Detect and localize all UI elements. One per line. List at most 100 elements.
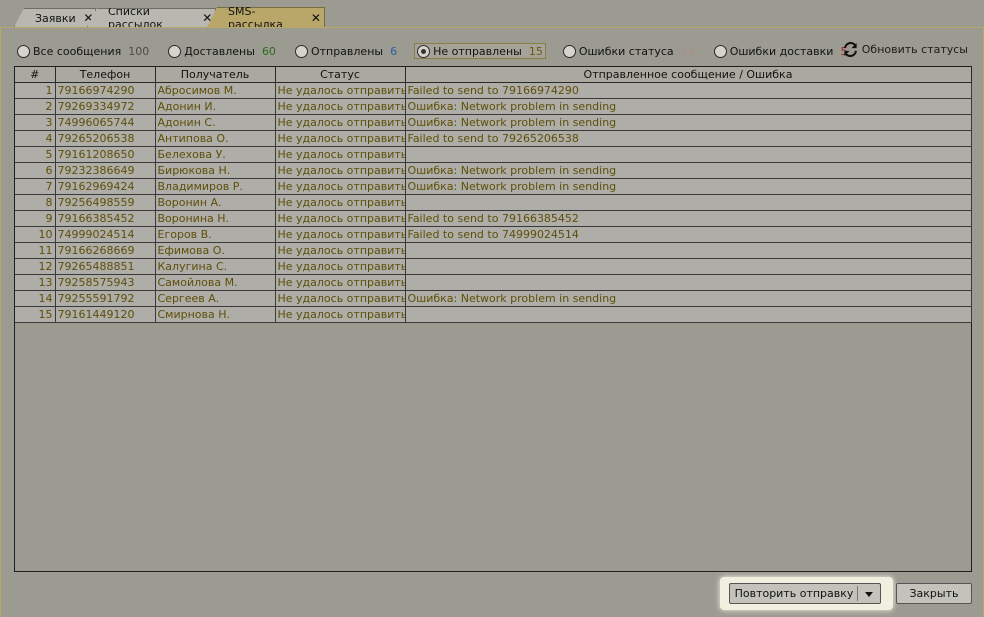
table-row[interactable]: 10 74999024514 Егоров В. Не удалось отправи… [15, 226, 972, 243]
cell-message: Failed to send to 79166385452 [405, 210, 972, 227]
column-header-phone[interactable]: Телефон [55, 67, 156, 83]
filter-count: 100 [128, 44, 150, 58]
cell-status: Не удалось отправить [275, 146, 406, 163]
cell-message: Failed to send to 74999024514 [405, 226, 972, 243]
cell-status: Не удалось отправить [275, 306, 406, 323]
filter-delivered[interactable]: Доставлены 60 [166, 43, 278, 59]
retry-send-button[interactable]: Повторить отправку [729, 583, 881, 604]
cell-recipient: Адонин И. [155, 98, 276, 115]
close-label: Закрыть [909, 587, 959, 600]
filter-label: Ошибки доставки [729, 44, 834, 58]
cell-number: 9 [15, 210, 56, 227]
radio-icon[interactable] [17, 44, 30, 58]
cell-message [405, 242, 972, 259]
cell-phone: 79265488851 [55, 258, 156, 275]
column-header-recipient[interactable]: Получатель [155, 67, 276, 83]
cell-message [405, 146, 972, 163]
cell-status: Не удалось отправить [275, 258, 406, 275]
cell-message: Ошибка: Network problem in sending [405, 98, 972, 115]
cell-phone: 79166385452 [55, 210, 156, 227]
cell-number: 3 [15, 114, 56, 131]
filter-all[interactable]: Все сообщения 100 [15, 43, 151, 59]
cell-status: Не удалось отправить [275, 226, 406, 243]
tab-bar: Заявки ✕ Списки рассылок ✕ SMS-рассылка … [0, 0, 984, 28]
cell-message [405, 274, 972, 291]
table-row[interactable]: 14 79255591792 Сергеев А. Не удалось отправ… [15, 290, 972, 307]
table-row[interactable]: 12 79265488851 Калугина С. Не удалось отпра… [15, 258, 972, 275]
tab-requests[interactable]: Заявки ✕ [14, 8, 96, 27]
refresh-statuses-button[interactable]: Обновить статусы [843, 42, 968, 57]
cell-recipient: Владимиров Р. [155, 178, 276, 195]
cell-message: Ошибка: Network problem in sending [405, 114, 972, 131]
cell-number: 10 [15, 226, 56, 243]
table-row[interactable]: 11 79166268669 Ефимова О. Не удалось отправ… [15, 242, 972, 259]
radio-icon[interactable] [294, 44, 308, 58]
filter-count: 15 [528, 44, 543, 58]
cell-status: Не удалось отправить [275, 130, 406, 147]
cell-number: 6 [15, 162, 56, 179]
cell-status: Не удалось отправить [275, 114, 406, 131]
table-row[interactable]: 8 79256498559 Воронин А. Не удалось отправи… [15, 194, 972, 211]
cell-recipient: Белехова У. [155, 146, 276, 163]
table-row[interactable]: 3 74996065744 Адонин С. Не удалось отправит… [15, 114, 972, 131]
cell-message: Ошибка: Network problem in sending [405, 162, 972, 179]
cell-number: 8 [15, 194, 56, 211]
cell-phone: 79166268669 [55, 242, 156, 259]
tab-sms-mailing[interactable]: SMS-рассылка ✕ [207, 7, 325, 28]
column-header-status[interactable]: Статус [275, 67, 406, 83]
table-row[interactable]: 2 79269334972 Адонин И. Не удалось отправит… [15, 98, 972, 115]
table-row[interactable]: 15 79161449120 Смирнова Н. Не удалось отпра… [15, 306, 972, 323]
column-header-message[interactable]: Отправленное сообщение / Ошибка [405, 67, 972, 83]
cell-number: 4 [15, 130, 56, 147]
radio-icon[interactable] [713, 44, 727, 58]
cell-recipient: Ефимова О. [155, 242, 276, 259]
radio-icon[interactable] [562, 44, 576, 58]
cell-recipient: Калугина С. [155, 258, 276, 275]
cell-message: Failed to send to 79166974290 [405, 82, 972, 99]
cell-status: Не удалось отправить [275, 162, 406, 179]
table-row[interactable]: 5 79161208650 Белехова У. Не удалось отправ… [15, 146, 972, 163]
cell-status: Не удалось отправить [275, 274, 406, 291]
table-row[interactable]: 6 79232386649 Бирюкова Н. Не удалось отправ… [15, 162, 972, 179]
filter-delivery-errors[interactable]: Ошибки доставки 5 [712, 43, 850, 59]
cell-number: 2 [15, 98, 56, 115]
retry-send-label: Повторить отправку [734, 587, 854, 600]
cell-phone: 74996065744 [55, 114, 156, 131]
refresh-label: Обновить статусы [861, 43, 968, 56]
filter-label: Доставлены [184, 44, 255, 58]
table-row[interactable]: 9 79166385452 Воронина Н. Не удалось отправ… [15, 210, 972, 227]
filter-sent[interactable]: Отправлены 6 [293, 43, 399, 59]
table-row[interactable]: 1 79166974290 Абросимов М. Не удалось отпра… [15, 82, 972, 99]
column-header-number[interactable]: # [15, 67, 56, 83]
cell-number: 1 [15, 82, 56, 99]
close-button[interactable]: Закрыть [896, 583, 972, 604]
filter-label: Ошибки статуса [578, 44, 674, 58]
cell-phone: 79265206538 [55, 130, 156, 147]
tab-mailing-lists[interactable]: Списки рассылок ✕ [87, 8, 216, 27]
table-row[interactable]: 4 79265206538 Антипова О. Не удалось отправ… [15, 130, 972, 147]
table-row[interactable]: 7 79162969424 Владимиров Р. Не удалось отпр… [15, 178, 972, 195]
cell-recipient: Сергеев А. [155, 290, 276, 307]
cell-number: 12 [15, 258, 56, 275]
filter-count: 14 [680, 44, 695, 58]
cell-recipient: Смирнова Н. [155, 306, 276, 323]
cell-message: Ошибка: Network problem in sending [405, 290, 972, 307]
filter-status-errors[interactable]: Ошибки статуса 14 [561, 43, 697, 59]
cell-phone: 79255591792 [55, 290, 156, 307]
cell-status: Не удалось отправить [275, 98, 406, 115]
cell-phone: 74999024514 [55, 226, 156, 243]
cell-recipient: Самойлова М. [155, 274, 276, 291]
filter-count: 6 [390, 44, 398, 58]
filter-not-sent[interactable]: Не отправлены 15 [414, 43, 546, 59]
cell-phone: 79161449120 [55, 306, 156, 323]
cell-status: Не удалось отправить [275, 194, 406, 211]
chevron-down-icon[interactable] [864, 589, 874, 599]
radio-selected-icon[interactable] [417, 44, 431, 58]
table-row[interactable]: 13 79258575943 Самойлова М. Не удалось отпр… [15, 274, 972, 291]
radio-icon[interactable] [168, 44, 182, 58]
tab-label: Заявки [35, 11, 76, 25]
table-header-row: # Телефон Получатель Статус Отправленное… [15, 67, 972, 83]
cell-status: Не удалось отправить [275, 290, 406, 307]
close-icon[interactable]: ✕ [308, 11, 324, 25]
cell-recipient: Антипова О. [155, 130, 276, 147]
